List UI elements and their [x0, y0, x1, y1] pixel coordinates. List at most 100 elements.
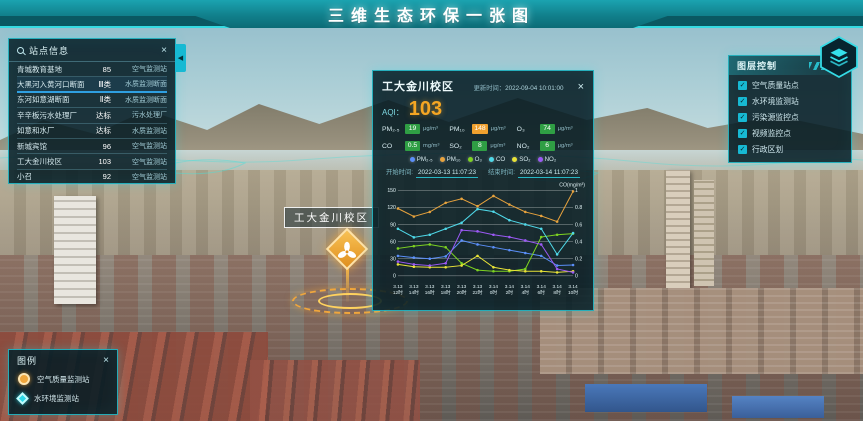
pollutant-cell: O₃ 74 μg/m³ — [517, 124, 584, 134]
pollutant-cell: PM₁₀ 148 μg/m³ — [449, 124, 516, 134]
layer-toggle-item[interactable]: ✓ 行政区划 — [738, 144, 842, 155]
station-name: 如意和水厂 — [17, 125, 87, 136]
aqi-value: 103 — [409, 98, 442, 121]
top-title-bar: 三维生态环保一张图 — [0, 0, 863, 28]
time-range-row: 开始时间: 2022-03-13 11:07:23 结束时间: 2022-03-… — [382, 167, 584, 178]
legend-series-label: SO₂ — [519, 156, 530, 163]
legend-marker-icon — [16, 392, 29, 405]
station-type: 空气监测站 — [115, 172, 167, 182]
pollutant-label: NO₂ — [517, 143, 537, 150]
station-panel-close-icon[interactable]: × — [161, 46, 167, 56]
station-name: 辛辛板污水处理厂 — [17, 110, 87, 121]
svg-text:3.1316时: 3.1316时 — [425, 284, 435, 296]
checkbox-checked-icon[interactable]: ✓ — [738, 113, 747, 122]
svg-text:0.4: 0.4 — [575, 239, 582, 245]
search-icon[interactable] — [17, 47, 24, 54]
svg-text:3.142时: 3.142时 — [505, 284, 515, 296]
layers-icon — [822, 40, 856, 74]
legend-item-label: 水环境监测站 — [34, 393, 79, 404]
pollutant-unit: mg/m³ — [423, 143, 439, 149]
checkbox-checked-icon[interactable]: ✓ — [738, 145, 747, 154]
pollutant-cell: SO₂ 8 μg/m³ — [449, 141, 516, 151]
station-row[interactable]: 东河如意湖断面 Ⅱ类 水质监测断面 — [17, 93, 167, 108]
station-row[interactable]: 工大金川校区 103 空气监测站 — [17, 154, 167, 169]
svg-text:0.6: 0.6 — [575, 222, 582, 228]
legend-series-label: CO — [496, 156, 505, 163]
station-row[interactable]: 小召 92 空气监测站 — [17, 170, 167, 185]
svg-text:3.140时: 3.140时 — [489, 284, 499, 296]
popup-header: 工大金川校区 更新时间：2022-09-04 10:01:00 × — [382, 78, 584, 94]
svg-text:120: 120 — [387, 205, 396, 211]
chart-legend-item[interactable]: CO — [489, 156, 505, 163]
popup-update-time: 更新时间：2022-09-04 10:01:00 — [474, 83, 564, 92]
panel-collapse-handle[interactable]: ◀ — [175, 44, 186, 72]
legend-series-label: O₃ — [475, 156, 482, 163]
pollutant-cell: NO₂ 6 μg/m³ — [517, 141, 584, 151]
layer-toggle-item[interactable]: ✓ 空气质量站点 — [738, 80, 842, 91]
station-type: 水质监测站 — [115, 126, 167, 136]
checkbox-checked-icon[interactable]: ✓ — [738, 81, 747, 90]
chart-legend-item[interactable]: NO₂ — [538, 156, 557, 163]
svg-text:3.1318时: 3.1318时 — [441, 284, 451, 296]
svg-text:0.8: 0.8 — [575, 205, 582, 211]
pollutant-label: PM₁₀ — [449, 126, 469, 133]
svg-text:30: 30 — [390, 257, 396, 263]
svg-text:3.1322时: 3.1322时 — [472, 284, 482, 296]
station-row[interactable]: 如意和水厂 达标 水质监测站 — [17, 124, 167, 139]
station-name: 新城宾馆 — [17, 141, 87, 152]
svg-text:CO(mg/m³): CO(mg/m³) — [559, 182, 585, 188]
station-type: 空气监测站 — [115, 64, 167, 74]
chart-legend-item[interactable]: SO₂ — [512, 156, 530, 163]
station-row[interactable]: 辛辛板污水处理厂 达标 污水处理厂 — [17, 108, 167, 123]
svg-text:3.146时: 3.146时 — [537, 284, 547, 296]
legend-marker-icon — [18, 373, 30, 385]
layer-label: 污染源监控点 — [752, 112, 799, 123]
pollutant-cell: CO 0.5 mg/m³ — [382, 141, 449, 151]
pollutant-label: CO — [382, 143, 402, 150]
start-time-input[interactable]: 2022-03-13 11:07:23 — [416, 169, 478, 178]
layer-toggle-item[interactable]: ✓ 视频监控点 — [738, 128, 842, 139]
pollutant-value-badge: 8 — [472, 141, 487, 151]
legend-panel-close-icon[interactable]: × — [103, 356, 109, 366]
pollutant-grid: PM₂.₅ 19 μg/m³ PM₁₀ 148 μg/m³ O₃ 74 μg/m… — [382, 124, 584, 151]
layer-toggle-item[interactable]: ✓ 水环境监测站 — [738, 96, 842, 107]
pollutant-unit: μg/m³ — [490, 143, 505, 149]
pollutant-value-badge: 148 — [472, 124, 487, 134]
popup-close-icon[interactable]: × — [578, 82, 584, 93]
layer-label: 空气质量站点 — [752, 80, 799, 91]
pollutant-cell: PM₂.₅ 19 μg/m³ — [382, 124, 449, 134]
legend-item-label: 空气质量监测站 — [37, 374, 90, 385]
chart-legend: PM₂.₅ PM₁₀ O₃ CO SO₂ NO₂ — [382, 156, 584, 163]
station-type: 水质监测断面 — [115, 95, 167, 105]
pollutant-value-badge: 6 — [540, 141, 555, 151]
station-value: 96 — [91, 142, 111, 151]
station-row[interactable]: 青城教育基地 85 空气监测站 — [17, 62, 167, 77]
pollutant-label: PM₂.₅ — [382, 126, 402, 133]
checkbox-checked-icon[interactable]: ✓ — [738, 129, 747, 138]
station-value: 达标 — [91, 125, 111, 136]
layer-toggle-item[interactable]: ✓ 污染源监控点 — [738, 112, 842, 123]
chart-legend-item[interactable]: PM₂.₅ — [410, 156, 433, 163]
chart-legend-item[interactable]: O₃ — [468, 156, 482, 163]
svg-text:150: 150 — [387, 188, 396, 194]
station-name: 大黑河入黄河口断面 — [17, 79, 87, 90]
checkbox-checked-icon[interactable]: ✓ — [738, 97, 747, 106]
start-time-label: 开始时间: — [386, 167, 413, 176]
station-type: 污水处理厂 — [115, 110, 167, 120]
layers-toggle-button[interactable] — [818, 36, 860, 78]
svg-text:0.2: 0.2 — [575, 257, 582, 263]
legend-list: 空气质量监测站 水环境监测站 — [9, 370, 117, 407]
station-value: 92 — [91, 172, 111, 181]
station-row[interactable]: 新城宾馆 96 空气监测站 — [17, 139, 167, 154]
station-value: 达标 — [91, 110, 111, 121]
pollutant-value-badge: 19 — [405, 124, 420, 134]
pollutant-value-badge: 0.5 — [405, 141, 420, 151]
legend-dot-icon — [440, 157, 445, 162]
station-detail-popup: 工大金川校区 更新时间：2022-09-04 10:01:00 × AQI： 1… — [372, 70, 594, 311]
update-time-label: 更新时间： — [474, 85, 505, 92]
svg-text:3.1320时: 3.1320时 — [457, 284, 467, 296]
map-marker-label[interactable]: 工大金川校区 — [284, 207, 379, 228]
end-time-input[interactable]: 2022-03-14 11:07:23 — [518, 169, 580, 178]
chart-legend-item[interactable]: PM₁₀ — [440, 156, 461, 163]
station-row[interactable]: 大黑河入黄河口断面 Ⅲ类 水质监测断面 — [17, 77, 167, 92]
